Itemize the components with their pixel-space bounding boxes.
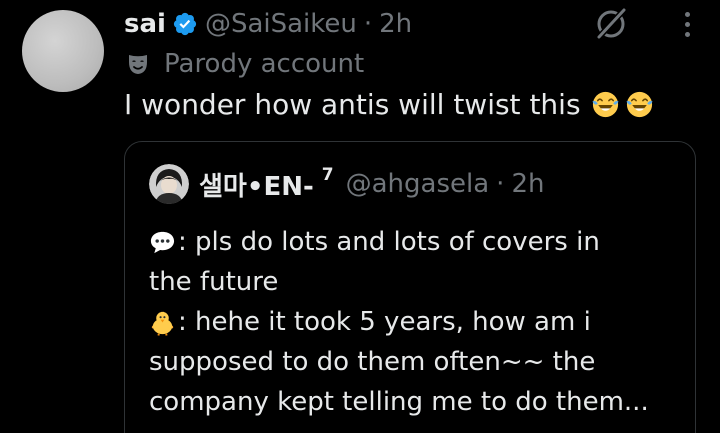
quoted-text-line: the future — [149, 262, 679, 302]
tears-of-joy-emoji-icon — [625, 91, 653, 118]
quoted-text-line-content: : pls do lots and lots of covers in — [178, 227, 600, 257]
author-avatar[interactable] — [22, 10, 104, 92]
quoted-separator-dot: · — [496, 169, 505, 199]
tweet-header: sai @SaiSaikeu · 2h — [124, 6, 412, 42]
quoted-text-line: supposed to do them often~~ the — [149, 342, 679, 382]
parody-indicator: Parody account — [126, 48, 364, 80]
quoted-tweet-header: 샐마•EN- 7 @ahgasela · 2h — [149, 164, 544, 204]
baby-chick-emoji-icon — [151, 309, 174, 336]
quoted-author-handle[interactable]: @ahgasela — [346, 169, 490, 199]
quoted-timestamp[interactable]: 2h — [511, 169, 544, 199]
speech-bubble-emoji-icon — [150, 231, 175, 253]
author-name[interactable]: sai — [124, 9, 166, 39]
quoted-author-avatar[interactable] — [149, 164, 189, 204]
tweet-timestamp[interactable]: 2h — [379, 9, 412, 39]
quoted-text-line: : hehe it took 5 years, how am i — [149, 302, 679, 342]
tweet-text-body: I wonder how antis will twist this — [124, 88, 581, 121]
more-options-icon[interactable] — [678, 6, 696, 42]
quoted-text-line: company kept telling me to do them... — [149, 382, 679, 422]
quoted-text-line-content: company kept telling me to do them... — [149, 387, 649, 417]
verified-badge-icon — [173, 12, 197, 36]
quoted-text-line-content: : hehe it took 5 years, how am i — [178, 307, 591, 337]
tears-of-joy-emoji-icon — [591, 91, 619, 118]
quoted-author-name[interactable]: 샐마•EN- — [199, 166, 314, 203]
separator-dot: · — [363, 9, 373, 39]
parody-label: Parody account — [164, 49, 365, 79]
quoted-author-superscript: 7 — [321, 165, 334, 185]
quoted-text-line: : pls do lots and lots of covers in — [149, 222, 679, 262]
author-handle[interactable]: @SaiSaikeu — [205, 9, 357, 39]
quoted-text-line-content: the future — [149, 267, 279, 297]
tweet-text: I wonder how antis will twist this — [124, 88, 655, 121]
grok-icon[interactable] — [593, 6, 629, 42]
mask-icon — [129, 55, 147, 74]
quoted-tweet-text: : pls do lots and lots of covers in the … — [149, 222, 679, 422]
quoted-tweet-card[interactable]: 샐마•EN- 7 @ahgasela · 2h : pls do lots an… — [124, 141, 696, 433]
quoted-text-line-content: supposed to do them often~~ the — [149, 347, 596, 377]
